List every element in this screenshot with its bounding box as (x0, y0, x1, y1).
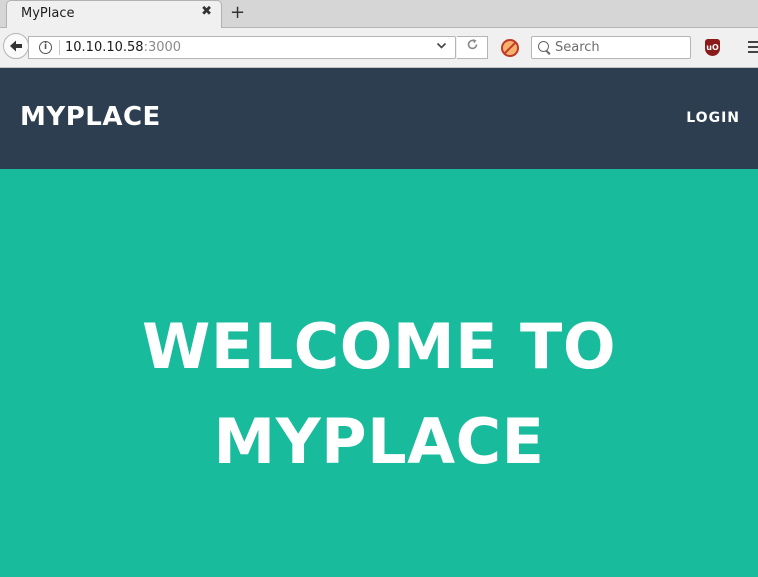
hero-title: WELCOME TO MYPLACE (0, 299, 758, 489)
url-port: :3000 (143, 40, 182, 55)
site-brand[interactable]: MYPLACE (20, 102, 161, 132)
hero-section: WELCOME TO MYPLACE (0, 169, 758, 577)
hero-title-line-2: MYPLACE (213, 405, 545, 478)
tab-myplace[interactable]: MyPlace ✖ (6, 0, 222, 28)
noscript-icon[interactable] (501, 39, 519, 57)
tab-strip: MyPlace ✖ + (0, 0, 758, 28)
tab-title: MyPlace (21, 6, 75, 21)
back-arrow-icon (10, 40, 22, 52)
url-host: 10.10.10.58 (65, 40, 144, 55)
chevron-down-icon[interactable] (436, 40, 447, 54)
reload-button[interactable] (457, 36, 488, 59)
url-bar[interactable]: i 10.10.10.58:3000 (28, 36, 456, 59)
search-icon (538, 41, 549, 52)
site-navbar: MYPLACE LOGIN (0, 68, 758, 169)
url-separator (59, 40, 60, 55)
new-tab-button[interactable]: + (230, 2, 245, 24)
login-link[interactable]: LOGIN (686, 110, 740, 126)
hamburger-menu-icon[interactable] (748, 41, 758, 53)
url-text[interactable]: 10.10.10.58:3000 (65, 40, 181, 55)
search-input[interactable] (555, 38, 685, 57)
ublock-icon[interactable]: uO (705, 39, 720, 56)
site-info-icon[interactable]: i (39, 41, 52, 54)
tab-close-icon[interactable]: ✖ (201, 4, 212, 19)
search-bar[interactable] (531, 36, 691, 59)
back-button[interactable] (3, 33, 29, 59)
hero-title-line-1: WELCOME TO (141, 310, 617, 383)
reload-icon (467, 39, 477, 50)
